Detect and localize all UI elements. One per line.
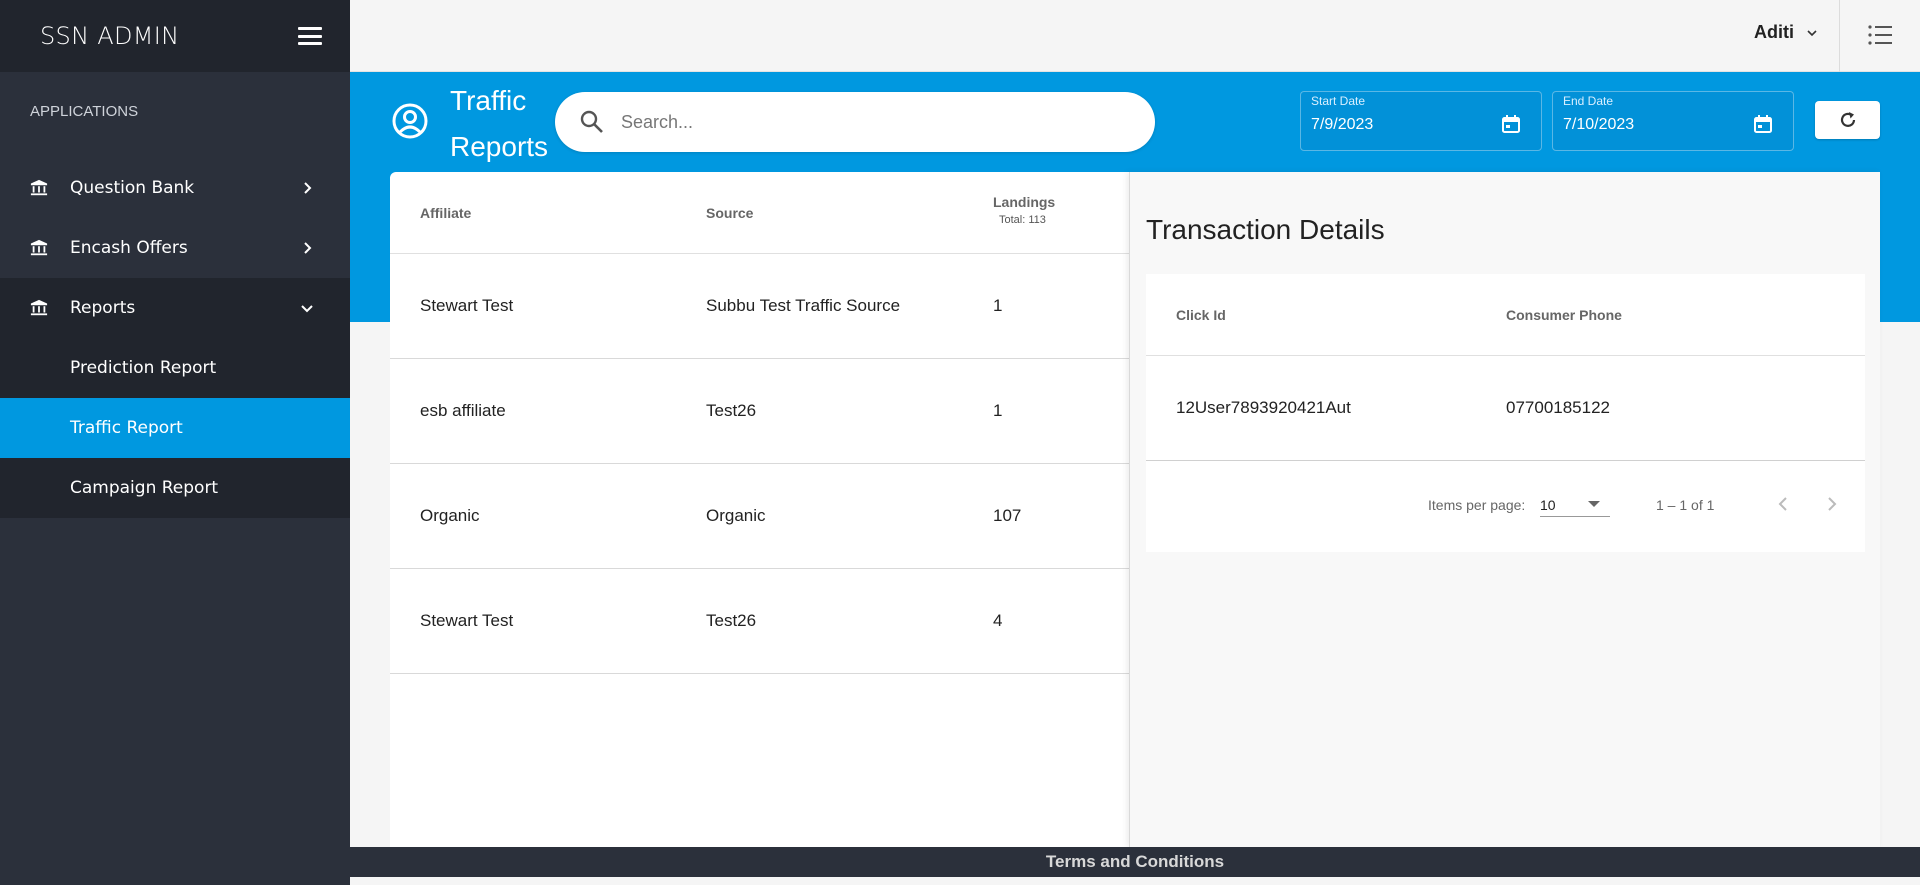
cell-source: Subbu Test Traffic Source [706,296,901,315]
search-box[interactable] [555,92,1155,152]
sidebar-item-question-bank[interactable]: Question Bank [0,158,350,218]
sidebar-subitem-traffic-report[interactable]: Traffic Report [0,398,350,458]
cell-landings: 4 [993,611,1003,630]
bank-icon [30,299,48,316]
terms-link[interactable]: Terms and Conditions [350,847,1920,877]
landings-label: Landings [993,194,1056,210]
end-date-value: 7/10/2023 [1563,116,1635,133]
sidebar-subitem-campaign-report[interactable]: Campaign Report [0,458,350,518]
end-date-label: End Date [1563,94,1614,108]
start-date-field[interactable]: Start Date 7/9/2023 [1300,91,1542,151]
chevron-right-icon [304,182,312,194]
account-circle-icon [392,103,428,139]
sidebar-item-label: Reports [70,298,136,318]
cell-affiliate: Stewart Test [420,296,514,315]
user-name: Aditi [1754,22,1794,42]
column-header-source[interactable]: Source [706,205,753,221]
chevron-down-icon [301,305,313,313]
chevron-down-icon [1807,29,1817,36]
refresh-icon [1840,112,1855,127]
cell-affiliate: esb affiliate [420,401,506,420]
items-per-page-label: Items per page: [1428,497,1526,513]
sidebar-item-encash-offers[interactable]: Encash Offers [0,218,350,278]
sidebar: SSN ADMIN APPLICATIONS Question Bank Enc… [0,0,350,885]
transaction-details-panel: Transaction Details Click Id Consumer Ph… [1129,172,1880,847]
list-menu-icon[interactable] [1866,21,1894,49]
cell-landings: 1 [993,296,1003,315]
column-header-click-id[interactable]: Click Id [1176,307,1226,323]
landings-total: Total: 113 [999,214,1046,226]
sidebar-item-label: Question Bank [70,178,195,198]
start-date-label: Start Date [1311,94,1366,108]
column-header-affiliate[interactable]: Affiliate [420,205,471,221]
cell-landings: 1 [993,401,1003,420]
table-row[interactable]: 12User7893920421Aut 07700185122 [1146,356,1865,461]
calendar-icon[interactable] [1501,114,1521,134]
end-date-field[interactable]: End Date 7/10/2023 [1552,91,1794,151]
sidebar-subitem-prediction-report[interactable]: Prediction Report [0,338,350,398]
items-per-page-select[interactable]: 10 [1540,487,1610,517]
panel-title: Transaction Details [1146,214,1385,245]
search-icon [580,110,603,133]
start-date-value: 7/9/2023 [1311,116,1374,133]
refresh-button[interactable] [1815,101,1880,139]
sidebar-item-reports[interactable]: Reports [0,278,350,338]
page-title: Traffic Reports [450,85,549,162]
section-label: APPLICATIONS [30,103,139,120]
cell-consumer-phone: 07700185122 [1506,398,1611,417]
previous-page-icon[interactable] [1774,495,1792,513]
divider [1839,0,1840,72]
cell-source: Organic [706,506,766,525]
bank-icon [30,239,48,256]
cell-source: Test26 [706,401,757,420]
brand-bar: SSN ADMIN [0,0,350,72]
calendar-icon[interactable] [1753,114,1773,134]
chevron-right-icon [304,242,312,254]
menu-toggle-icon[interactable] [298,27,322,45]
items-per-page-value: 10 [1540,497,1556,513]
cell-click-id: 12User7893920421Aut [1176,398,1351,417]
cell-landings: 107 [993,506,1022,525]
transaction-table: Click Id Consumer Phone 12User7893920421… [1146,274,1865,552]
dropdown-arrow-icon [1588,501,1600,507]
column-header-landings[interactable]: Landings Total: 113 [993,194,1055,226]
cell-affiliate: Organic [420,506,480,525]
paginator: Items per page: 10 1 – 1 of 1 [1146,461,1865,551]
cell-affiliate: Stewart Test [420,611,514,630]
user-menu[interactable]: Aditi [1754,22,1818,43]
next-page-icon[interactable] [1823,495,1841,513]
top-bar: Aditi [350,0,1920,72]
cell-source: Test26 [706,611,757,630]
page-range: 1 – 1 of 1 [1656,497,1715,513]
column-header-consumer-phone[interactable]: Consumer Phone [1506,307,1622,323]
search-input[interactable] [621,111,1101,133]
sidebar-item-label: Encash Offers [70,238,188,258]
table-header: Click Id Consumer Phone [1146,274,1865,356]
brand-title: SSN ADMIN [40,22,180,50]
bank-icon [30,179,48,196]
